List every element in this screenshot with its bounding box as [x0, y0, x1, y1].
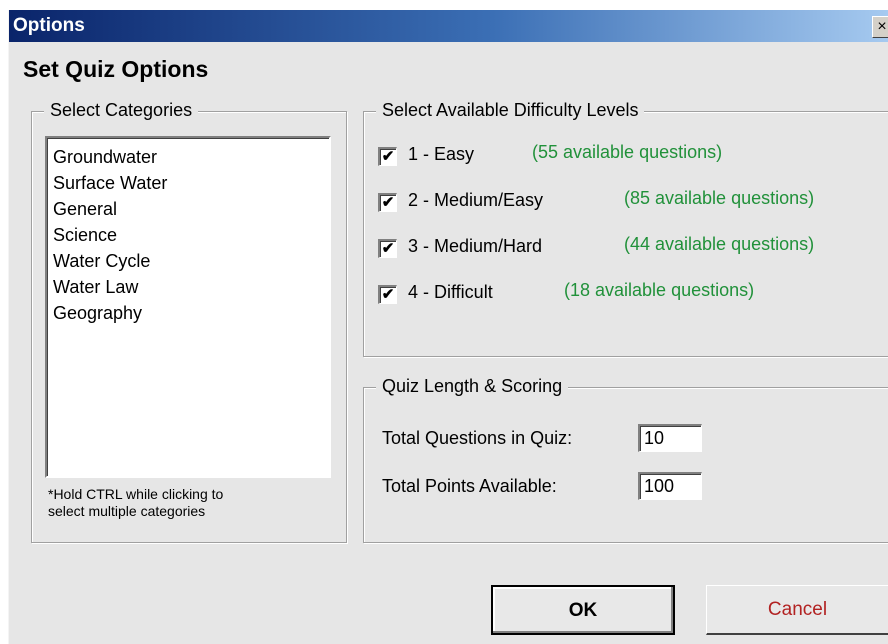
difficulty-group: Select Available Difficulty Levels ✔ 1 -…: [363, 100, 888, 357]
difficulty-easy-label[interactable]: 1 - Easy: [408, 144, 474, 165]
categories-group: Select Categories Groundwater Surface Wa…: [31, 100, 347, 543]
difficulty-difficult-checkbox[interactable]: ✔: [378, 285, 397, 304]
difficulty-medium-hard-checkbox[interactable]: ✔: [378, 239, 397, 258]
difficulty-difficult-label[interactable]: 4 - Difficult: [408, 282, 493, 303]
options-dialog: Options × Set Quiz Options Select Catego…: [8, 10, 888, 644]
difficulty-difficult-count: (18 available questions): [564, 280, 755, 300]
close-icon[interactable]: ×: [872, 16, 888, 38]
list-item[interactable]: Water Law: [47, 274, 329, 300]
list-item[interactable]: General: [47, 196, 329, 222]
ok-button[interactable]: OK: [491, 585, 675, 635]
list-item[interactable]: Groundwater: [47, 144, 329, 170]
total-points-label: Total Points Available:: [382, 476, 557, 496]
quiz-length-group: Quiz Length & Scoring Total Questions in…: [363, 376, 888, 543]
difficulty-medium-hard-label[interactable]: 3 - Medium/Hard: [408, 236, 542, 257]
difficulty-medium-easy-count: (85 available questions): [624, 188, 815, 208]
list-item[interactable]: Geography: [47, 300, 329, 326]
multi-select-hint: *Hold CTRL while clicking to select mult…: [48, 486, 328, 520]
total-questions-label: Total Questions in Quiz:: [382, 428, 573, 448]
hint-line-2: select multiple categories: [48, 503, 206, 519]
difficulty-legend: Select Available Difficulty Levels: [376, 100, 645, 121]
list-item[interactable]: Science: [47, 222, 329, 248]
categories-legend: Select Categories: [44, 100, 199, 121]
difficulty-medium-easy-checkbox[interactable]: ✔: [378, 193, 397, 212]
difficulty-medium-easy-label[interactable]: 2 - Medium/Easy: [408, 190, 543, 211]
list-item[interactable]: Surface Water: [47, 170, 329, 196]
difficulty-easy-checkbox[interactable]: ✔: [378, 147, 397, 166]
total-points-input[interactable]: [638, 472, 702, 500]
title-bar[interactable]: Options ×: [9, 10, 888, 42]
list-item[interactable]: Water Cycle: [47, 248, 329, 274]
hint-line-1: *Hold CTRL while clicking to: [48, 486, 224, 502]
difficulty-easy-count: (55 available questions): [532, 142, 723, 162]
total-questions-input[interactable]: [638, 424, 702, 452]
quiz-length-legend: Quiz Length & Scoring: [376, 376, 569, 397]
cancel-button[interactable]: Cancel: [706, 585, 888, 635]
window-title: Options: [13, 15, 85, 36]
difficulty-medium-hard-count: (44 available questions): [624, 234, 815, 254]
categories-listbox[interactable]: Groundwater Surface Water General Scienc…: [45, 136, 331, 478]
page-title: Set Quiz Options: [23, 56, 209, 82]
